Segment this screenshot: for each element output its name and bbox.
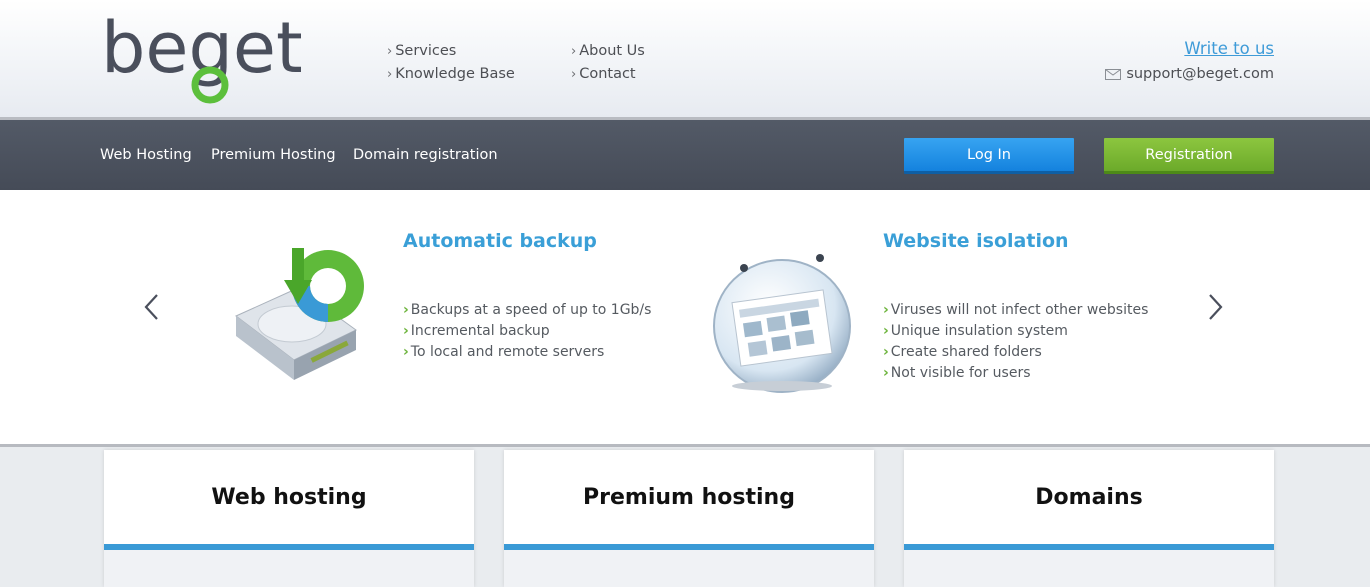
header-nav-col-2: › About Us › Contact [571,40,645,86]
feature-point: › Backups at a speed of up to 1Gb/s [403,302,652,318]
card-header: Premium hosting [504,450,874,550]
feature-title-isolation: Website isolation [883,230,1069,252]
feature-point: › Viruses will not infect other websites [883,302,1149,318]
chevron-right-icon: › [403,344,409,360]
hard-drive-backup-icon [235,248,364,380]
feature-title-backup: Automatic backup [403,230,597,252]
header-nav-knowledge-base[interactable]: › Knowledge Base [387,63,515,86]
header-nav-col-1: › Services › Knowledge Base [387,40,515,86]
mail-icon [1105,68,1122,80]
feature-list-isolation: › Viruses will not infect other websites … [883,300,1148,384]
navbar-web-hosting[interactable]: Web Hosting [100,147,192,163]
beget-logo[interactable]: beget [101,10,301,106]
login-button[interactable]: Log In [904,138,1074,174]
feature-point: › Create shared folders [883,344,1042,360]
card-title: Premium hosting [583,484,795,510]
chevron-right-icon: › [403,323,409,339]
card-web-hosting[interactable]: Web hosting [104,450,474,587]
navbar-domain-registration[interactable]: Domain registration [353,147,498,163]
card-domains[interactable]: Domains [904,450,1274,587]
header-nav-contact[interactable]: › Contact [571,63,645,86]
chevron-right-icon[interactable] [1203,290,1227,324]
registration-button[interactable]: Registration [1104,138,1274,174]
isolation-sphere-icon [713,254,851,393]
feature-point: › Unique insulation system [883,323,1068,339]
chevron-right-icon: › [571,67,577,82]
feature-slider: Automatic backup › Backups at a speed of … [0,190,1370,447]
card-title: Web hosting [211,484,367,510]
card-header: Domains [904,450,1274,550]
feature-point: › Not visible for users [883,365,1031,381]
feature-point: › Incremental backup [403,323,550,339]
feature-list-backup: › Backups at a speed of up to 1Gb/s › Incr… [403,300,651,363]
feature-point: › To local and remote servers [403,344,605,360]
chevron-right-icon: › [883,344,889,360]
top-header: beget › Services › Knowledge Base › About U… [0,0,1370,120]
chevron-right-icon: › [387,44,393,59]
card-title: Domains [1035,484,1143,510]
chevron-left-icon[interactable] [140,290,164,324]
card-header: Web hosting [104,450,474,550]
chevron-right-icon: › [403,302,409,318]
header-nav-about-us[interactable]: › About Us [571,40,645,63]
chevron-right-icon: › [571,44,577,59]
support-email[interactable]: support@beget.com [1105,66,1274,82]
chevron-right-icon: › [883,365,889,381]
card-premium-hosting[interactable]: Premium hosting [504,450,874,587]
support-email-text: support@beget.com [1126,66,1274,82]
navbar-premium-hosting[interactable]: Premium Hosting [211,147,336,163]
write-to-us-link[interactable]: Write to us [1184,39,1274,58]
chevron-right-icon: › [883,302,889,318]
chevron-right-icon: › [883,323,889,339]
header-nav-services[interactable]: › Services [387,40,515,63]
chevron-right-icon: › [387,67,393,82]
